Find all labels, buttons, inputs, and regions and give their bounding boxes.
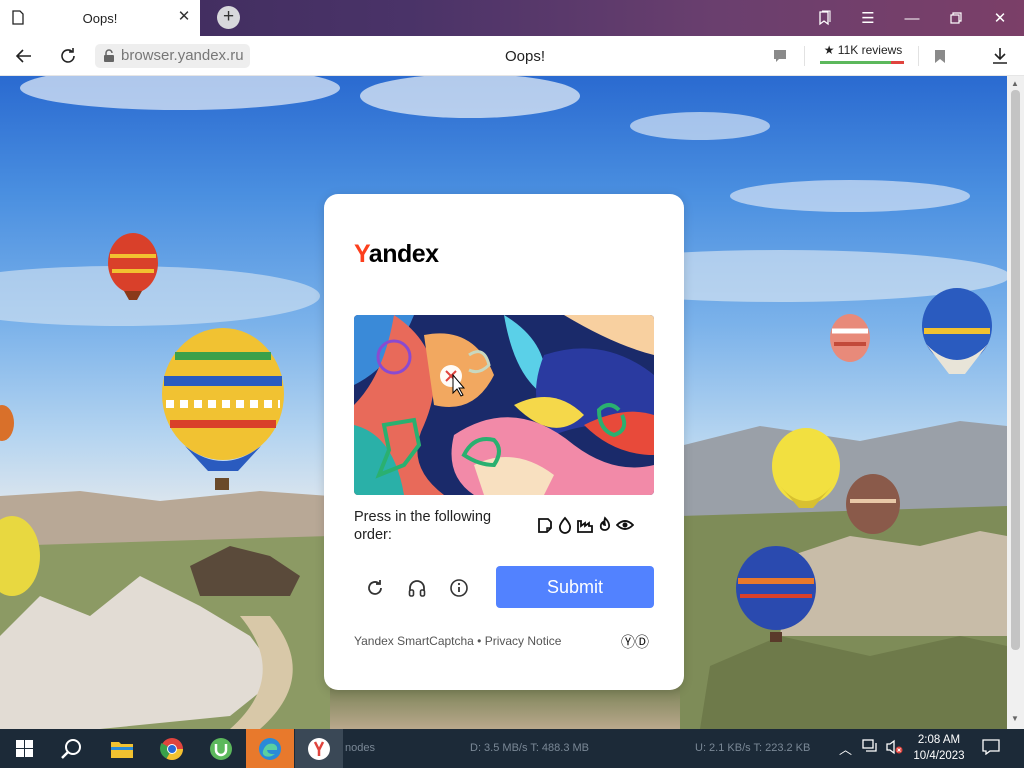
captcha-artwork[interactable] <box>354 315 654 495</box>
scroll-up-icon[interactable]: ▲ <box>1011 79 1019 88</box>
captcha-sequence <box>536 516 634 534</box>
volume-muted-icon[interactable] <box>885 739 903 758</box>
page-scrollbar[interactable]: ▲ ▼ <box>1007 76 1024 729</box>
yandex-logo: Yandex <box>354 240 439 268</box>
background-window-text: nodes <box>345 742 375 754</box>
network-icon[interactable] <box>862 739 878 756</box>
captcha-footer: Yandex SmartCaptcha • Privacy Notice <box>354 634 562 648</box>
edge-icon[interactable] <box>246 729 294 768</box>
tab-title: Oops! <box>82 11 118 26</box>
scrollbar-thumb[interactable] <box>1011 90 1020 650</box>
submit-button[interactable]: Submit <box>496 566 654 608</box>
comments-icon[interactable] <box>769 45 791 67</box>
smartcaptcha-link[interactable]: Yandex SmartCaptcha <box>354 634 474 648</box>
audio-headphones-icon[interactable] <box>403 574 431 602</box>
refresh-icon[interactable] <box>361 574 389 602</box>
reviews-rating-bar <box>820 61 904 64</box>
privacy-notice-link[interactable]: Privacy Notice <box>485 634 562 648</box>
restore-icon[interactable] <box>934 0 978 36</box>
captcha-instruction: Press in the following order: <box>354 509 492 543</box>
close-window-icon[interactable]: ✕ <box>978 0 1022 36</box>
taskbar-clock[interactable]: 2:08 AM 10/4/2023 <box>908 732 970 764</box>
file-explorer-icon[interactable] <box>98 729 146 768</box>
tab-close-icon[interactable]: ✕ <box>176 9 192 25</box>
clock-time: 2:08 AM <box>917 734 961 746</box>
yandex-browser-icon[interactable] <box>295 729 343 768</box>
tray-chevron-icon[interactable]: ︿ <box>839 739 852 758</box>
upload-speed-text: U: 2.1 KB/s T: 223.2 KB <box>695 742 811 754</box>
drop-icon <box>558 516 572 534</box>
toolbar-separator <box>918 46 919 66</box>
bookmarks-panel-icon[interactable] <box>802 0 846 36</box>
factory-icon <box>577 520 593 533</box>
yandex-cloud-logo: ⓎⒹ <box>621 634 649 650</box>
captcha-card: Yandex Press in the following order: Sub… <box>324 194 684 690</box>
browser-toolbar: browser.yandex.ru Oops! ★ 11K reviews <box>0 36 1024 76</box>
flame-icon <box>599 516 611 531</box>
info-icon[interactable] <box>445 574 473 602</box>
menu-icon[interactable]: ☰ <box>846 0 890 36</box>
utorrent-icon[interactable] <box>197 729 245 768</box>
tab-active[interactable]: Oops! ✕ <box>0 0 200 36</box>
scroll-down-icon[interactable]: ▼ <box>1011 714 1019 723</box>
tab-strip: Oops! ✕ + ☰ — ✕ <box>0 0 1024 36</box>
toolbar-separator <box>804 46 805 66</box>
reviews-badge[interactable]: ★ 11K reviews <box>820 43 906 57</box>
windows-taskbar: nodes D: 3.5 MB/s T: 488.3 MB U: 2.1 KB/… <box>0 729 1024 768</box>
clock-date: 10/4/2023 <box>913 750 965 762</box>
download-icon[interactable] <box>989 45 1011 67</box>
search-icon[interactable] <box>48 729 96 768</box>
new-tab-button[interactable]: + <box>217 6 240 29</box>
minimize-icon[interactable]: — <box>890 0 934 36</box>
reviews-negative-fill <box>891 61 904 64</box>
download-speed-text: D: 3.5 MB/s T: 488.3 MB <box>470 742 590 754</box>
windows-start-icon[interactable] <box>0 729 48 768</box>
note-icon <box>538 518 552 533</box>
eye-icon <box>616 520 634 530</box>
chrome-icon[interactable] <box>148 729 196 768</box>
bookmark-icon[interactable] <box>929 45 951 67</box>
captcha-image[interactable] <box>354 315 654 495</box>
reviews-positive-fill <box>820 61 892 64</box>
notifications-icon[interactable] <box>982 739 1000 758</box>
